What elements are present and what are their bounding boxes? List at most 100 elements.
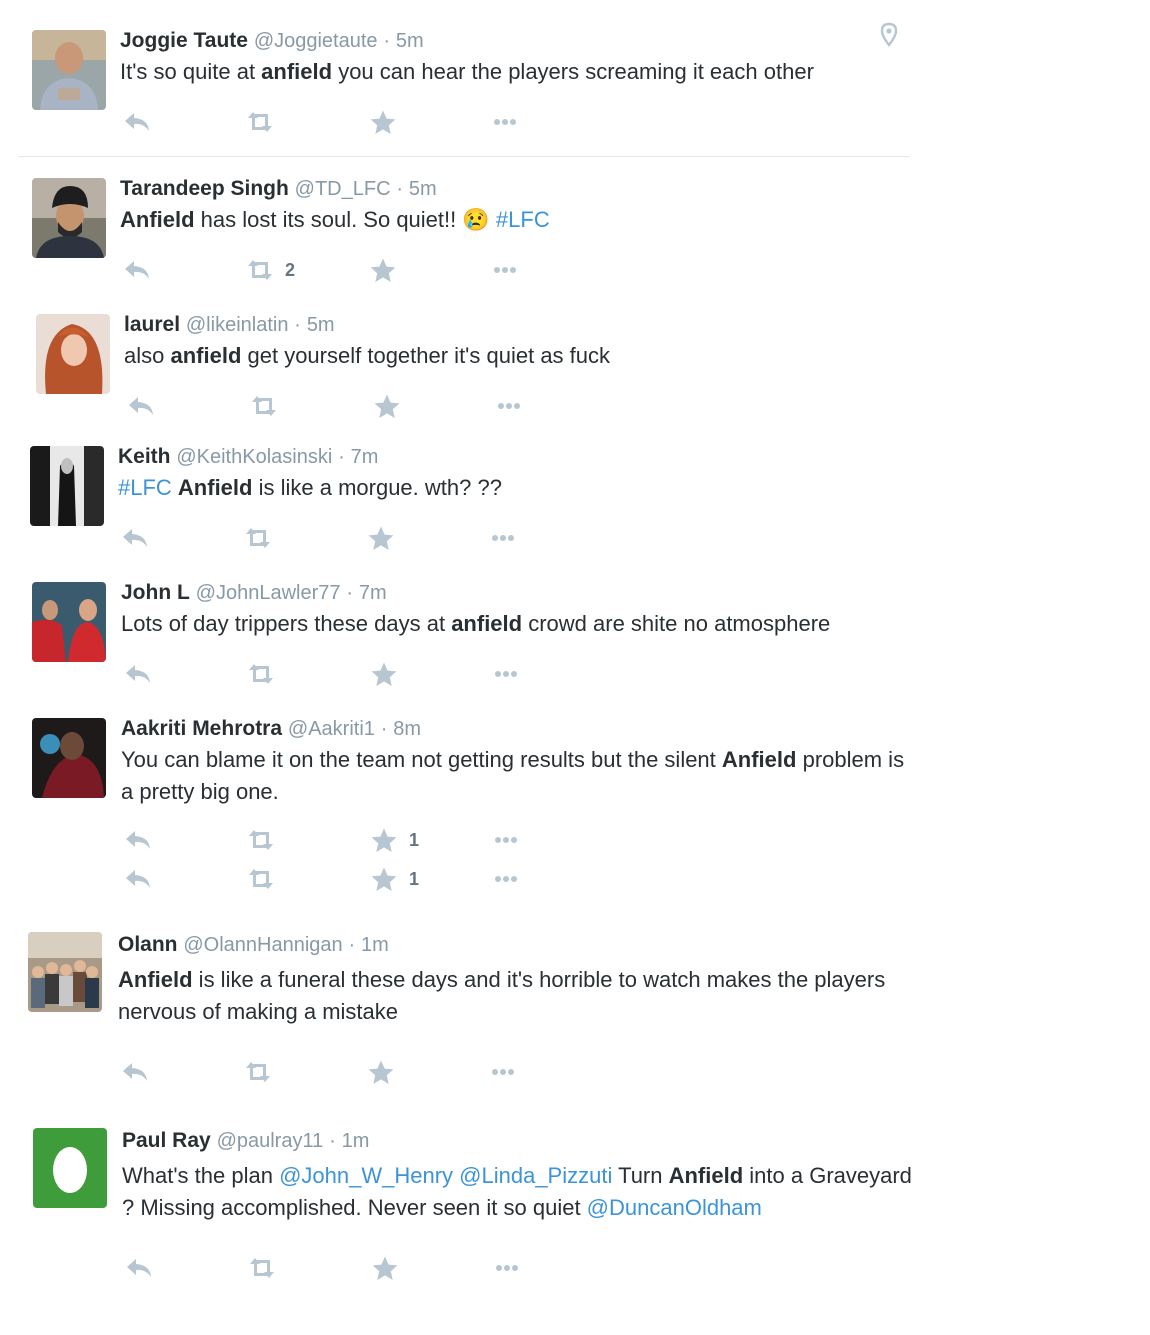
- hashtag-link[interactable]: #LFC: [118, 475, 172, 500]
- favorite-button[interactable]: [372, 392, 402, 420]
- reply-button[interactable]: [126, 392, 156, 420]
- time-separator: ·: [346, 582, 354, 604]
- user-handle[interactable]: @Aakriti1: [288, 718, 375, 740]
- favorite-button[interactable]: 1: [369, 826, 419, 854]
- more-button[interactable]: [491, 865, 521, 893]
- more-button[interactable]: [488, 524, 518, 552]
- mention-link[interactable]: @Linda_Pizzuti: [459, 1163, 612, 1188]
- display-name[interactable]: laurel: [124, 313, 180, 336]
- timestamp[interactable]: 1m: [361, 934, 389, 956]
- avatar[interactable]: [28, 932, 102, 1012]
- reply-button[interactable]: [123, 826, 153, 854]
- display-name[interactable]: Paul Ray: [122, 1129, 211, 1152]
- reply-icon: [120, 1059, 150, 1085]
- reply-button[interactable]: [124, 1254, 154, 1282]
- avatar[interactable]: [36, 314, 110, 394]
- more-button[interactable]: [490, 256, 520, 284]
- hashtag-link[interactable]: #LFC: [496, 207, 550, 232]
- display-name[interactable]: Tarandeep Singh: [120, 177, 289, 200]
- avatar[interactable]: [30, 446, 104, 526]
- favorite-button[interactable]: [366, 1058, 396, 1086]
- more-button[interactable]: [488, 1058, 518, 1086]
- star-icon: [366, 525, 396, 551]
- timestamp[interactable]: 5m: [409, 178, 437, 200]
- avatar[interactable]: [32, 582, 106, 662]
- avatar[interactable]: [32, 178, 106, 258]
- tweet-text-segment: Turn: [612, 1163, 669, 1188]
- reply-icon: [124, 1255, 154, 1281]
- tweet-text: Lots of day trippers these days at anfie…: [121, 608, 911, 640]
- user-handle[interactable]: @likeinlatin: [186, 314, 289, 336]
- favorite-count: 1: [409, 868, 420, 889]
- favorite-button[interactable]: [368, 108, 398, 136]
- reply-button[interactable]: [120, 1058, 150, 1086]
- tweet-text-segment: also: [124, 343, 171, 368]
- user-handle[interactable]: @paulray11: [217, 1130, 324, 1152]
- display-name[interactable]: Olann: [118, 933, 178, 956]
- retweet-button[interactable]: [245, 108, 275, 136]
- tweet-text-segment: Lots of day trippers these days at: [121, 611, 452, 636]
- search-term-highlight: Anfield: [177, 475, 253, 500]
- favorite-button[interactable]: [366, 524, 396, 552]
- retweet-icon: [246, 827, 276, 853]
- display-name[interactable]: Aakriti Mehrotra: [121, 717, 282, 740]
- more-button[interactable]: [490, 108, 520, 136]
- favorite-button[interactable]: [370, 1254, 400, 1282]
- time-separator: ·: [383, 30, 391, 52]
- retweet-button[interactable]: [247, 1254, 277, 1282]
- tweet-text-segment: What's the plan: [122, 1163, 280, 1188]
- star-icon: [369, 827, 399, 853]
- more-button[interactable]: [491, 660, 521, 688]
- reply-button[interactable]: [123, 865, 153, 893]
- reply-button[interactable]: [120, 524, 150, 552]
- more-dots-icon: [488, 525, 518, 551]
- timestamp[interactable]: 8m: [393, 718, 421, 740]
- user-handle[interactable]: @TD_LFC: [295, 178, 391, 200]
- location-pin-icon[interactable]: [880, 22, 898, 53]
- tweet-header: laurel @likeinlatin · 5m: [124, 312, 335, 338]
- search-term-highlight: Anfield: [118, 967, 193, 992]
- more-dots-icon: [488, 1059, 518, 1085]
- retweet-icon: [246, 866, 276, 892]
- favorite-button[interactable]: [369, 660, 399, 688]
- mention-link[interactable]: @DuncanOldham: [587, 1195, 762, 1220]
- reply-button[interactable]: [122, 256, 152, 284]
- display-name[interactable]: John L: [121, 581, 190, 604]
- avatar[interactable]: [32, 718, 106, 798]
- timestamp[interactable]: 5m: [396, 30, 424, 52]
- timestamp[interactable]: 7m: [359, 582, 387, 604]
- reply-button[interactable]: [122, 108, 152, 136]
- retweet-button[interactable]: [246, 660, 276, 688]
- user-handle[interactable]: @JohnLawler77: [196, 582, 341, 604]
- user-handle[interactable]: @KeithKolasinski: [176, 446, 332, 468]
- retweet-button[interactable]: [246, 865, 276, 893]
- timestamp[interactable]: 1m: [342, 1130, 370, 1152]
- more-button[interactable]: [494, 392, 524, 420]
- display-name[interactable]: Joggie Taute: [120, 29, 248, 52]
- tweet-header: Aakriti Mehrotra @Aakriti1 · 8m: [121, 716, 421, 742]
- reply-button[interactable]: [123, 660, 153, 688]
- more-button[interactable]: [491, 826, 521, 854]
- retweet-count: 2: [285, 259, 296, 280]
- retweet-button[interactable]: [249, 392, 279, 420]
- avatar[interactable]: [32, 30, 106, 110]
- retweet-button[interactable]: 2: [245, 256, 295, 284]
- retweet-button[interactable]: [243, 524, 273, 552]
- reply-icon: [120, 525, 150, 551]
- user-handle[interactable]: @Joggietaute: [254, 30, 378, 52]
- search-term-highlight: anfield: [170, 343, 242, 368]
- more-dots-icon: [490, 257, 520, 283]
- favorite-button[interactable]: [368, 256, 398, 284]
- display-name[interactable]: Keith: [118, 445, 171, 468]
- user-handle[interactable]: @OlannHannigan: [183, 934, 342, 956]
- retweet-button[interactable]: [243, 1058, 273, 1086]
- star-icon: [369, 866, 399, 892]
- favorite-button[interactable]: 1: [369, 865, 419, 893]
- tweet-text-segment: you can hear the players screaming it ea…: [332, 59, 814, 84]
- timestamp[interactable]: 7m: [351, 446, 379, 468]
- avatar[interactable]: [33, 1128, 107, 1208]
- timestamp[interactable]: 5m: [307, 314, 335, 336]
- mention-link[interactable]: @John_W_Henry: [279, 1163, 453, 1188]
- more-button[interactable]: [492, 1254, 522, 1282]
- retweet-button[interactable]: [246, 826, 276, 854]
